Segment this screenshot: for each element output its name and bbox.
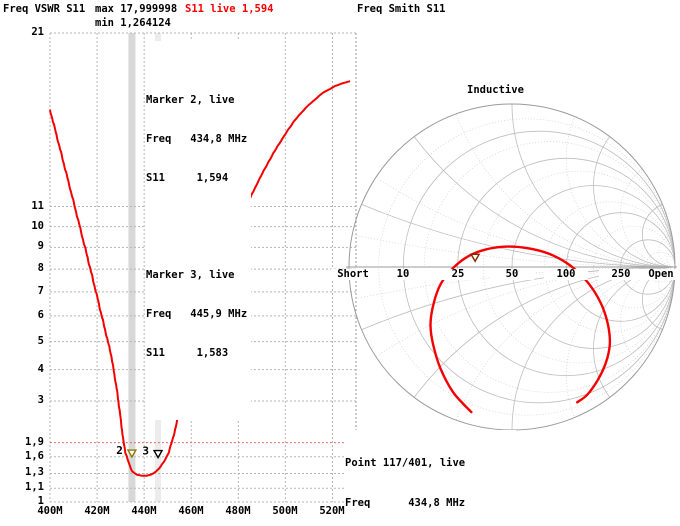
smith-reactance-arc bbox=[511, 266, 675, 430]
marker2-s11: S11 1,594 bbox=[146, 172, 229, 184]
vswr-y-tick-label: 7 bbox=[6, 286, 44, 297]
vswr-y-tick-label: 10 bbox=[6, 221, 44, 232]
vswr-marker-3-label: 3 bbox=[142, 445, 149, 458]
smith-axis-label-100: 100 bbox=[544, 269, 588, 280]
smith-live-marker-triangle[interactable] bbox=[469, 253, 481, 263]
smith-chart[interactable] bbox=[0, 0, 680, 526]
inductive-label: Inductive bbox=[467, 84, 524, 97]
marker3-freq: Freq 445,9 MHz bbox=[146, 308, 248, 320]
vswr-x-tick-label: 420M bbox=[77, 506, 117, 517]
vswr-x-tick-label: 460M bbox=[171, 506, 211, 517]
vswr-y-tick-label: 11 bbox=[6, 201, 44, 212]
vswr-y-tick-label: 5 bbox=[6, 336, 44, 347]
smith-panel-title: Freq Smith S11 bbox=[357, 3, 446, 15]
marker2-freq: Freq 434,8 MHz bbox=[146, 133, 248, 145]
live-cursor-band[interactable] bbox=[128, 33, 136, 502]
vna-app-window: 23 Freq VSWR S11 max 17,999998 min 1,264… bbox=[0, 0, 680, 526]
vswr-y-tick-label: 9 bbox=[6, 241, 44, 252]
marker3-title: Marker 3, live bbox=[146, 269, 235, 281]
vswr-x-tick-label: 400M bbox=[30, 506, 70, 517]
vswr-panel-title: Freq VSWR S11 bbox=[3, 3, 86, 15]
chart-layer: 23 bbox=[0, 0, 680, 526]
vswr-x-tick-label: 500M bbox=[265, 506, 305, 517]
vswr-y-tick-label: 1,9 bbox=[6, 437, 44, 448]
vswr-y-tick-label: 4 bbox=[6, 364, 44, 375]
smith-reactance-arc bbox=[349, 266, 675, 430]
vswr-x-tick-label: 480M bbox=[218, 506, 258, 517]
vswr-y-tick-label: 1,3 bbox=[6, 467, 44, 478]
point-info-freq: Freq 434,8 MHz bbox=[345, 497, 466, 510]
marker-info-box: Marker 2, live Freq 434,8 MHz S11 1,594 … bbox=[145, 41, 252, 420]
smith-reactance-arc bbox=[565, 266, 675, 430]
smith-axis-label-50: 50 bbox=[490, 269, 534, 280]
marker2-title: Marker 2, live bbox=[146, 94, 235, 106]
vswr-x-tick-label: 520M bbox=[312, 506, 352, 517]
smith-axis-label-short: Short bbox=[331, 269, 375, 280]
marker3-s11: S11 1,583 bbox=[146, 347, 229, 359]
smith-axis-label-250: 250 bbox=[599, 269, 643, 280]
vswr-y-tick-label: 1,6 bbox=[6, 451, 44, 462]
smith-reactance-arc bbox=[511, 104, 675, 268]
s11-live-readout: S11 live 1,594 bbox=[185, 3, 274, 15]
vswr-y-tick-label: 6 bbox=[6, 310, 44, 321]
smith-reactance-arc bbox=[349, 266, 675, 430]
vswr-y-tick-label: 1,1 bbox=[6, 482, 44, 493]
vswr-min-readout: min 1,264124 bbox=[95, 17, 171, 29]
vswr-x-tick-label: 440M bbox=[124, 506, 164, 517]
point-info-title: Point 117/401, live bbox=[345, 456, 466, 469]
vswr-y-tick-label: 8 bbox=[6, 263, 44, 274]
point-info-box: Point 117/401, live Freq 434,8 MHz re im… bbox=[345, 430, 516, 526]
vswr-y-tick-label: 21 bbox=[6, 27, 44, 38]
smith-grid bbox=[349, 104, 675, 430]
marker3-info: Marker 3, live Freq 445,9 MHz S11 1,583 bbox=[146, 243, 247, 386]
vswr-y-tick-label: 3 bbox=[6, 395, 44, 406]
vswr-max-readout: max 17,999998 bbox=[95, 3, 178, 15]
marker2-info: Marker 2, live Freq 434,8 MHz S11 1,594 bbox=[146, 68, 247, 211]
smith-reactance-arc bbox=[565, 104, 675, 268]
smith-reactance-arc bbox=[441, 104, 675, 268]
smith-axis-label-25: 25 bbox=[436, 269, 480, 280]
smith-axis-label-10: 10 bbox=[381, 269, 425, 280]
smith-axis-label-open: Open bbox=[639, 269, 680, 280]
vswr-marker-2-label: 2 bbox=[116, 444, 123, 457]
